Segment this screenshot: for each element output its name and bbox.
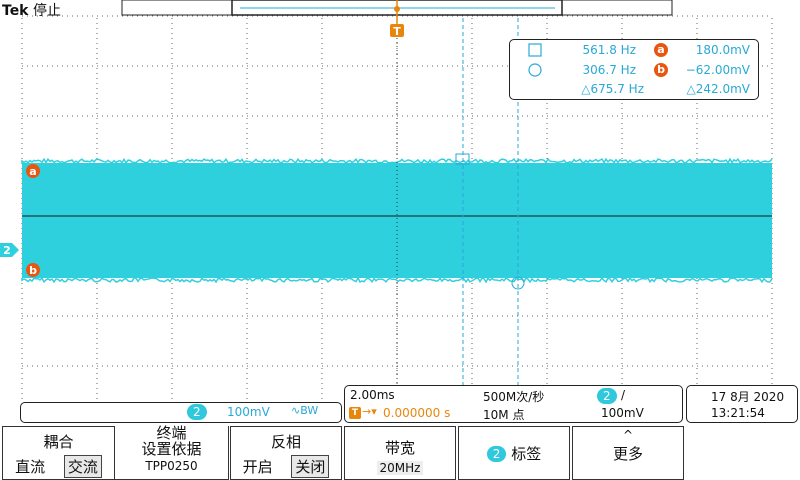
trigger-source-badge: 2 [597,388,617,404]
acquisition-status: 停止 [32,3,61,19]
trigger-level: 100mV [601,406,644,420]
header-status: Tek 停止 [2,0,61,20]
waveform-trace [22,163,772,278]
trigger-marker-label: T [393,25,401,38]
cursor-b-circle-icon [528,63,542,77]
bandwidth-menu-button[interactable]: 带宽 20MHz [344,426,456,480]
trigger-slope-icon: / [621,388,626,402]
coupling-ac-option[interactable]: 交流 [63,455,102,478]
record-length: 10M 点 [483,408,525,422]
delta-voltage: △242.0mV [686,82,750,96]
coupling-dc-option[interactable]: 直流 [15,458,45,476]
coupling-menu-button[interactable]: 耦合 直流 交流 [2,426,115,480]
horizontal-scale: 2.00ms [350,388,395,402]
cursor-a-frequency: 561.8 Hz [582,43,637,57]
datetime-panel: 17 8月 2020 13:21:54 [686,385,798,423]
delta-frequency: △675.7 Hz [581,82,644,96]
cursor-b-voltage: −62.00mV [685,63,750,77]
trigger-position-value: 0.000000 s [383,406,451,420]
cursor-b-badge-icon: b [654,63,668,77]
label-channel-badge: 2 [486,445,507,462]
label-menu-button[interactable]: 2 标签 [458,426,570,480]
termination-title-line2: 设置依据 [141,440,202,458]
cursor-b-frequency: 306.7 Hz [582,63,637,77]
date-display: 17 8月 2020 [711,390,785,404]
cursor-a-badge-icon: a [654,43,668,57]
time-display: 13:21:54 [711,406,765,420]
channel-2-status-bar[interactable]: 2 100mV ∿BW [20,402,342,423]
trigger-position-dot [394,6,400,12]
invert-menu-button[interactable]: 反相 开启 关闭 [230,426,342,480]
more-title: 更多 [612,445,643,463]
label-title: 标签 [511,445,542,463]
cursor-a-marker-label: a [29,165,36,178]
cursor-readout-panel[interactable]: 561.8 Hz a 180.0mV 306.7 Hz b −62.00mV △… [509,39,759,100]
trigger-position-icon: T [349,407,361,419]
invert-on-option[interactable]: 开启 [243,458,273,476]
more-arrow-icon: ^ [622,428,634,442]
more-menu-button[interactable]: ^ 更多 [572,426,684,480]
cursor-a-square-icon [528,43,542,57]
termination-value: TPP0250 [145,459,198,473]
invert-off-option[interactable]: 关闭 [291,455,330,478]
invert-title: 反相 [270,433,301,451]
timebase-trigger-panel[interactable]: 2.00ms 500M次/秒 2 / T →▾ 0.000000 s 10M 点… [344,385,683,423]
termination-title-line1: 终端 [156,424,187,442]
brand-logo: Tek [2,3,29,19]
trigger-arrow-icon: →▾ [362,405,377,418]
bandwidth-title: 带宽 [384,439,415,457]
bandwidth-limit-icon: ∿BW [291,404,319,417]
cursor-b-marker-label: b [29,264,37,277]
channel-2-marker-label: 2 [3,244,11,257]
channel-2-badge: 2 [187,404,207,420]
cursor-a-voltage: 180.0mV [695,43,750,57]
bandwidth-value: 20MHz [376,461,424,475]
coupling-title: 耦合 [43,433,74,451]
termination-menu-button[interactable]: 终端 设置依据 TPP0250 [115,426,229,480]
sample-rate: 500M次/秒 [483,390,545,404]
channel-2-scale: 100mV [227,405,270,419]
